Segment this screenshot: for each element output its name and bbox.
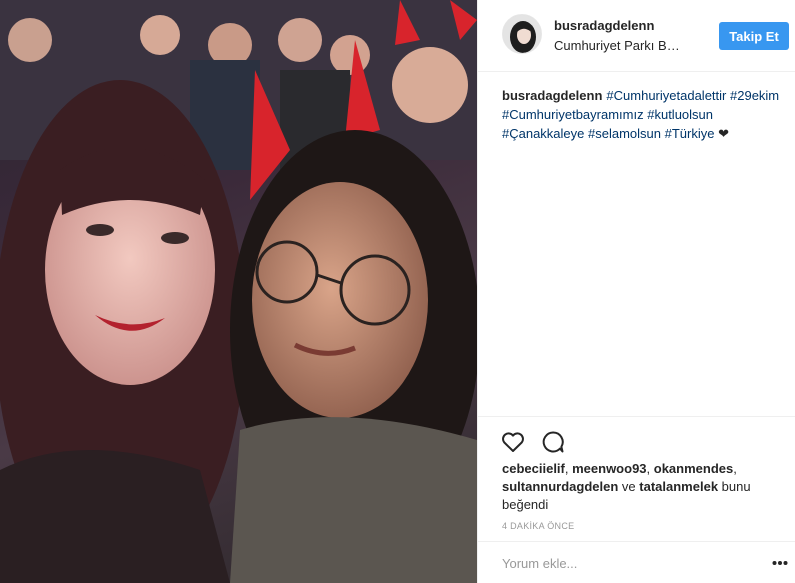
hashtag-link[interactable]: #Cumhuriyetbayramımız xyxy=(502,107,644,122)
avatar-image xyxy=(503,15,541,53)
hashtag-link[interactable]: #Çanakkaleye xyxy=(502,126,584,141)
hashtag-link[interactable]: #selamolsun xyxy=(588,126,661,141)
follow-button[interactable]: Takip Et xyxy=(719,22,789,50)
post-details-panel: busradagdelenn Cumhuriyet Parkı Batı... … xyxy=(477,0,795,583)
hashtag-link[interactable]: #Cumhuriyetadalettir xyxy=(606,88,726,103)
liker-link[interactable]: cebeciielif xyxy=(502,461,565,476)
hashtag-link[interactable]: #Türkiye xyxy=(665,126,715,141)
hashtag-link[interactable]: #29ekim xyxy=(730,88,779,103)
liker-link[interactable]: meenwoo93 xyxy=(572,461,646,476)
likes-summary: cebeciielif, meenwoo93, okanmendes, sult… xyxy=(502,461,751,512)
selfie-image xyxy=(0,0,477,583)
post-photo[interactable] xyxy=(0,0,477,583)
heart-outline-icon[interactable] xyxy=(500,429,526,455)
liker-link[interactable]: okanmendes xyxy=(654,461,733,476)
comment-bar xyxy=(478,541,795,583)
speech-bubble-icon[interactable] xyxy=(540,429,566,455)
likes-and-word: ve xyxy=(621,479,636,494)
post-header: busradagdelenn Cumhuriyet Parkı Batı... … xyxy=(478,0,795,72)
post-caption: busradagdelenn #Cumhuriyetadalettir #29ek… xyxy=(502,86,788,143)
heart-emoji: ❤ xyxy=(718,126,730,141)
post-timestamp[interactable]: 4 DAKİKA ÖNCE xyxy=(502,521,574,531)
avatar[interactable] xyxy=(502,14,542,54)
liker-link[interactable]: sultannurdagdelen xyxy=(502,479,618,494)
comment-input[interactable] xyxy=(502,552,742,574)
caption-username[interactable]: busradagdelenn xyxy=(502,88,602,103)
hashtag-link[interactable]: #kutluolsun xyxy=(647,107,713,122)
username-link[interactable]: busradagdelenn xyxy=(554,18,654,33)
liker-link[interactable]: tatalanmelek xyxy=(639,479,718,494)
more-options-icon[interactable] xyxy=(772,560,788,566)
action-bar xyxy=(478,416,795,464)
location-link[interactable]: Cumhuriyet Parkı Batı... xyxy=(554,38,684,53)
